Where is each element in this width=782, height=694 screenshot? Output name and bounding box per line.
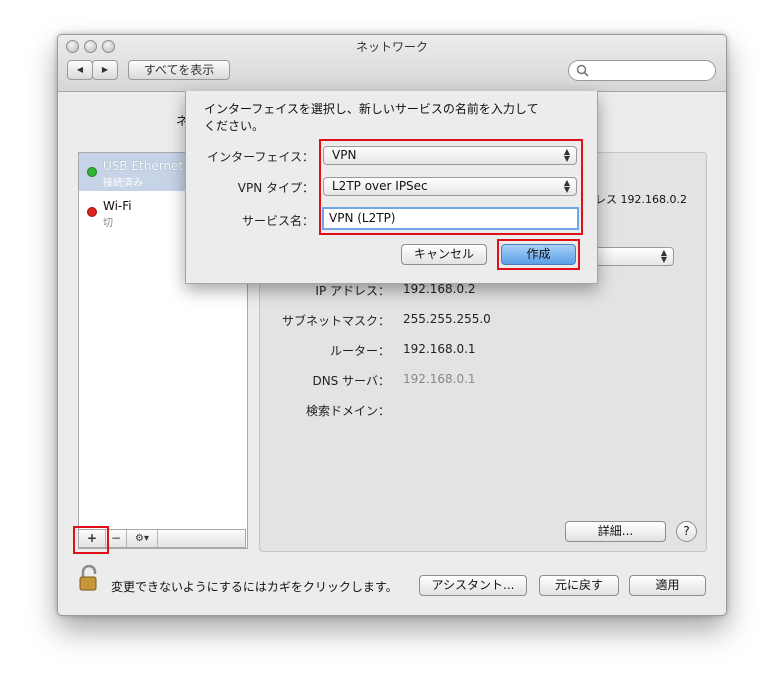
revert-button[interactable]: 元に戻す <box>539 575 619 596</box>
gear-menu-button[interactable]: ⚙▾ <box>127 530 158 547</box>
status-text-partial: レス 192.168.0.2 <box>595 193 687 206</box>
fields-highlight <box>319 139 583 235</box>
title-bar: ネットワーク ◀ ▶ すべてを表示 <box>58 35 726 92</box>
remove-service-button[interactable]: − <box>106 530 127 547</box>
forward-button[interactable]: ▶ <box>92 60 118 80</box>
subnet-mask-value: 255.255.255.0 <box>403 312 491 326</box>
add-button-highlight <box>73 526 109 554</box>
lock-description: 変更できないようにするにはカギをクリックします。 <box>111 580 398 594</box>
dns-server-label: DNS サーバ： <box>312 374 390 388</box>
search-icon <box>576 64 589 77</box>
lock-icon[interactable] <box>78 565 100 591</box>
interface-label: インターフェイス： <box>207 150 314 164</box>
help-button[interactable]: ? <box>676 521 697 542</box>
service-status: 切 <box>103 218 113 229</box>
ip-address-label: IP アドレス： <box>315 284 390 298</box>
search-domain-label: 検索ドメイン： <box>305 404 390 418</box>
window-title: ネットワーク <box>355 40 428 54</box>
dns-server-value: 192.168.0.1 <box>403 372 476 386</box>
router-value: 192.168.0.1 <box>403 342 476 356</box>
vpn-type-label: VPN タイプ： <box>237 181 314 195</box>
service-name-label: サービス名： <box>241 214 314 228</box>
disconnected-status-icon <box>87 207 97 217</box>
popup-arrows-icon: ▲ ▼ <box>660 248 667 264</box>
show-all-button[interactable]: すべてを表示 <box>128 60 230 80</box>
advanced-button[interactable]: 詳細... <box>565 521 666 542</box>
sheet-prompt: インターフェイスを選択し、新しいサービスの名前を入力して ください。 <box>204 102 539 133</box>
subnet-mask-label: サブネットマスク： <box>281 314 390 328</box>
connected-status-icon <box>87 167 97 177</box>
cancel-button[interactable]: キャンセル <box>401 244 487 265</box>
assistant-button[interactable]: アシスタント... <box>419 575 527 596</box>
new-service-sheet: インターフェイスを選択し、新しいサービスの名前を入力して ください。 インターフ… <box>185 91 598 284</box>
apply-button[interactable]: 適用 <box>629 575 706 596</box>
back-button[interactable]: ◀ <box>67 60 93 80</box>
service-name: Wi-Fi <box>103 199 132 213</box>
ip-address-value: 192.168.0.2 <box>403 282 476 296</box>
create-button-highlight <box>497 239 580 270</box>
search-field[interactable] <box>568 60 716 81</box>
router-label: ルーター： <box>329 344 390 358</box>
